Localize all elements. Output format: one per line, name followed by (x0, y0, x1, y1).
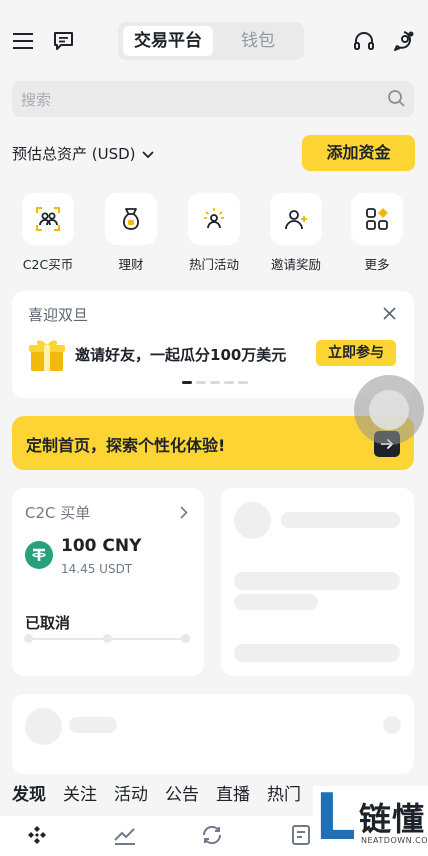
quick-action-label: 邀请奖励 (270, 257, 321, 272)
quick-action-invite[interactable]: 邀请奖励 (268, 193, 324, 273)
promo-card[interactable]: 喜迎双旦 邀请好友，一起瓜分100万美元 立即参与 (12, 291, 414, 398)
carousel-dots (182, 381, 248, 384)
feed-tab-announcement[interactable]: 公告 (165, 780, 199, 805)
home-diamond-icon[interactable] (26, 824, 48, 850)
platform-switch: 交易平台 钱包 (118, 22, 304, 60)
skeleton-line (69, 717, 117, 733)
skeleton-dot (383, 716, 401, 734)
chevron-down-icon (141, 145, 154, 163)
c2c-amount: 100 CNY (61, 536, 142, 556)
gift-icon (28, 335, 66, 377)
progress-dot (103, 634, 112, 643)
skeleton-line (234, 644, 400, 662)
top-bar: 交易平台 钱包 (0, 0, 428, 80)
quick-action-c2c[interactable]: C2C买币 (20, 193, 76, 273)
quick-action-more[interactable]: 更多 (349, 193, 405, 273)
skeleton-line (281, 512, 400, 528)
tab-wallet[interactable]: 钱包 (218, 26, 298, 56)
quick-action-hot-activity[interactable]: 热门活动 (186, 193, 242, 273)
watermark-letter: L (315, 781, 356, 855)
c2c-sub-amount: 14.45 USDT (61, 562, 133, 576)
chevron-right-icon[interactable] (180, 504, 188, 523)
trade-swap-icon[interactable] (200, 824, 224, 850)
feed-tab-following[interactable]: 关注 (63, 780, 97, 805)
c2c-status: 已取消 (25, 614, 71, 632)
invite-user-icon (270, 193, 322, 245)
watermark-logo: L 链懂 NEATDOWN.COM (313, 786, 428, 856)
skeleton-avatar (25, 708, 62, 745)
message-icon[interactable] (52, 30, 74, 52)
loading-card (221, 488, 414, 676)
feed-tabs: 发现 关注 活动 公告 直播 热门 新闻 (12, 780, 352, 805)
watermark-site: NEATDOWN.COM (361, 836, 428, 845)
headset-icon[interactable] (352, 30, 376, 54)
feed-tab-discover[interactable]: 发现 (12, 780, 46, 805)
promo-title: 喜迎双旦 (28, 306, 89, 324)
estimated-assets[interactable]: 预估总资产 (USD) (12, 143, 154, 164)
floating-assistive-button[interactable] (354, 375, 424, 445)
c2c-order-card[interactable]: C2C 买单 100 CNY 14.45 USDT 已取消 (12, 488, 204, 676)
quick-action-earn[interactable]: 理财 (103, 193, 159, 273)
feed-tab-hot[interactable]: 热门 (267, 780, 301, 805)
futures-doc-icon[interactable] (290, 824, 312, 850)
skeleton-avatar (234, 502, 271, 539)
tether-icon (25, 541, 53, 569)
quick-action-label: C2C买币 (22, 257, 74, 272)
progress-dot (24, 634, 33, 643)
skeleton-line (234, 594, 318, 610)
menu-icon[interactable] (12, 30, 34, 52)
quick-action-label: 更多 (364, 257, 390, 272)
search-placeholder: 搜索 (21, 91, 52, 109)
markets-chart-icon[interactable] (113, 824, 137, 850)
estimated-assets-label: 预估总资产 (USD) (12, 145, 136, 163)
money-bag-icon (105, 193, 157, 245)
search-bar[interactable]: 搜索 (12, 81, 414, 117)
progress-dot (181, 634, 190, 643)
add-funds-button[interactable]: 添加资金 (302, 135, 415, 171)
join-now-button[interactable]: 立即参与 (316, 340, 396, 366)
watermark-title: 链懂 (359, 800, 426, 838)
more-grid-icon (351, 193, 403, 245)
feed-tab-live[interactable]: 直播 (216, 780, 250, 805)
quick-action-label: 热门活动 (188, 257, 239, 272)
close-icon[interactable] (383, 305, 396, 324)
tab-exchange[interactable]: 交易平台 (123, 26, 213, 56)
customize-banner-text: 定制首页，探索个性化体验! (26, 436, 226, 455)
customize-banner[interactable]: 定制首页，探索个性化体验! (12, 416, 414, 470)
promo-text: 邀请好友，一起瓜分100万美元 (75, 346, 287, 364)
skeleton-line (234, 572, 400, 590)
hot-activity-icon (188, 193, 240, 245)
c2c-users-icon (22, 193, 74, 245)
profile-badge-icon[interactable] (392, 29, 416, 53)
quick-action-label: 理财 (118, 257, 144, 272)
c2c-card-title: C2C 买单 (25, 504, 91, 522)
loading-card-wide (12, 694, 414, 774)
feed-tab-activity[interactable]: 活动 (114, 780, 148, 805)
search-icon (387, 89, 406, 112)
